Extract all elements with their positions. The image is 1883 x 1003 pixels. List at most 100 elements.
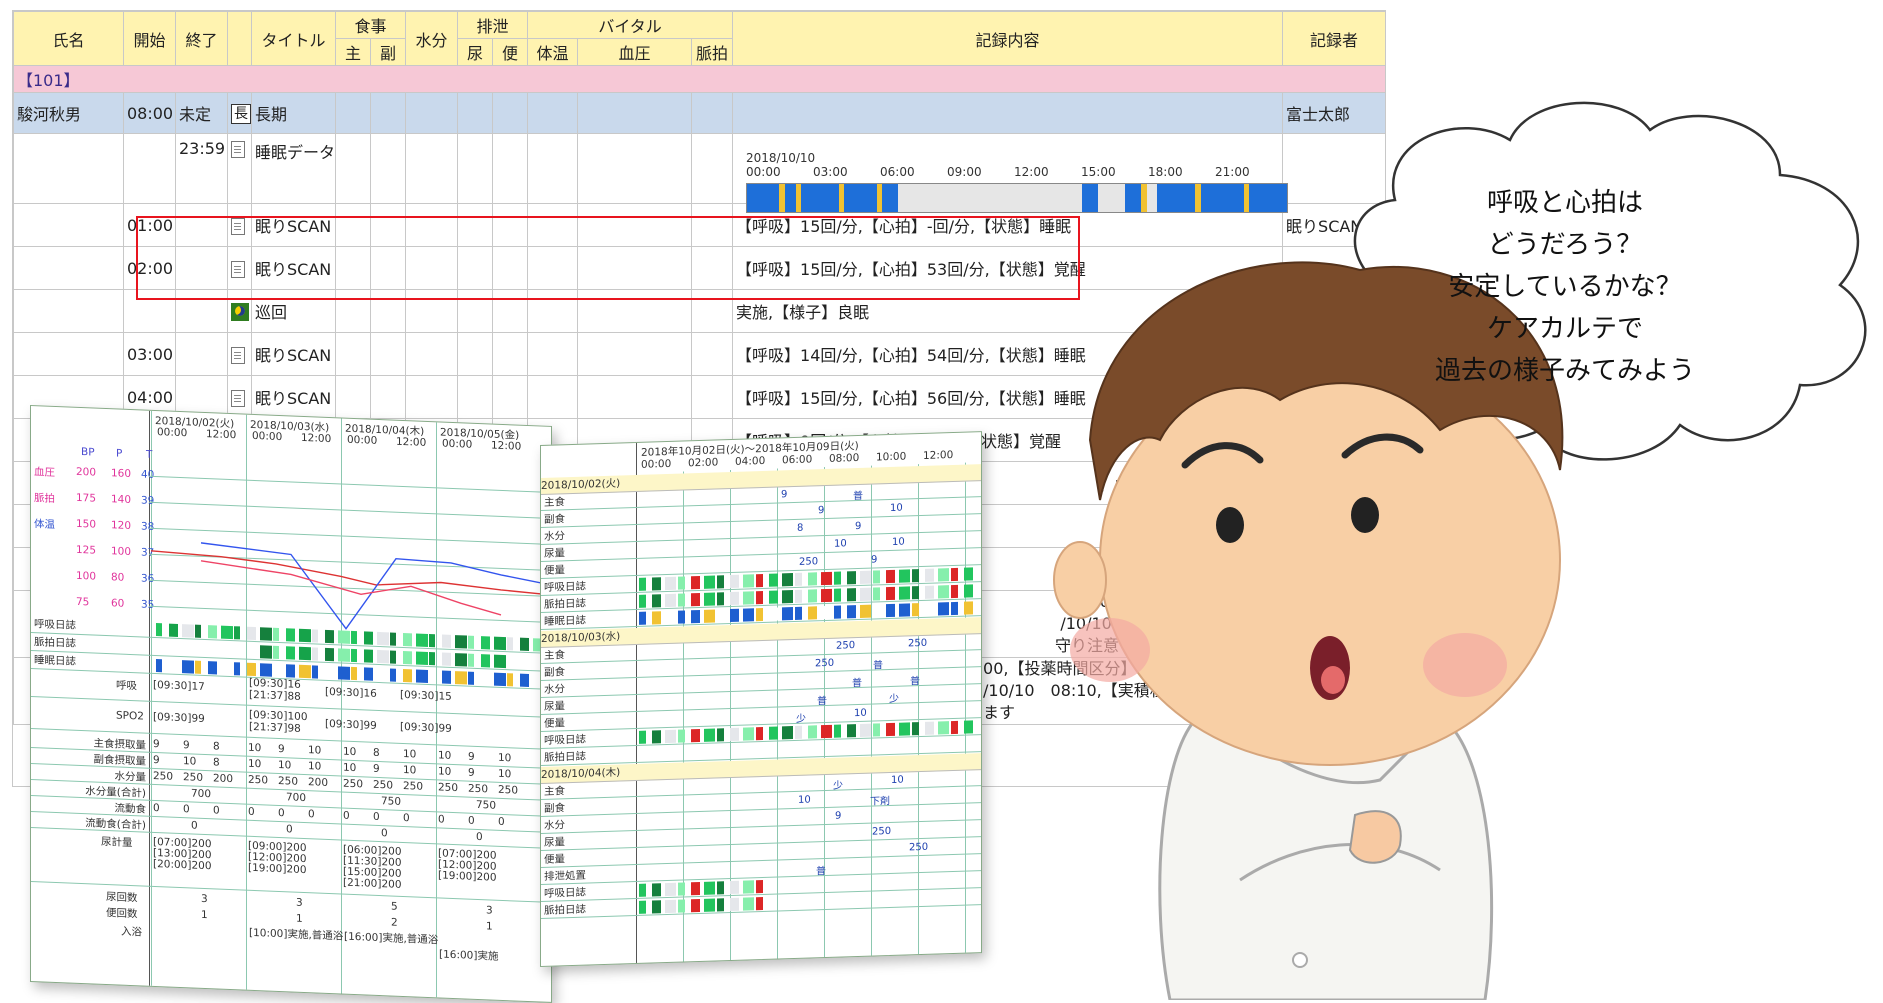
- header-record[interactable]: 記録内容: [732, 11, 1284, 66]
- report-value: 700: [286, 791, 307, 805]
- timeline-mark: 10: [854, 707, 867, 720]
- timeline-bar-segment: [730, 608, 739, 623]
- timeline-bar-segment: [756, 590, 763, 605]
- header-meal-main[interactable]: 主: [335, 38, 371, 66]
- diary-bar-segment: [195, 660, 201, 674]
- timeline-bar-segment: [795, 589, 802, 603]
- header-start[interactable]: 開始: [123, 11, 176, 66]
- grid-line: [541, 819, 981, 834]
- timeline-bar-segment: [756, 726, 763, 741]
- column-divider: [871, 465, 872, 956]
- diary-bar-segment: [494, 636, 506, 651]
- header-title[interactable]: タイトル: [251, 11, 336, 66]
- sleep-chart-hour-label: 03:00: [813, 165, 848, 179]
- report-value: 250: [153, 769, 174, 783]
- timeline-mark: 250: [909, 841, 929, 854]
- header-meal-side[interactable]: 副: [369, 38, 407, 66]
- timeline-bar-segment: [899, 586, 910, 600]
- timeline-bar-segment: [847, 605, 856, 619]
- sleep-timeline-chart[interactable]: 2018/10/10 00:00 03:00 06:00 09:00 12:00 15:0…: [746, 151, 1288, 213]
- timeline-row-label: 尿量: [544, 547, 565, 560]
- diary-bar-segment: [286, 628, 295, 642]
- timeline-bar-segment: [691, 575, 700, 590]
- report-value: 0: [286, 823, 293, 836]
- timeline-bar-segment: [834, 588, 841, 602]
- resp-value: [09:30]17: [153, 678, 205, 694]
- patient-row[interactable]: 駿河秋男 08:00 未定 長 長期 富士太郎: [13, 92, 1385, 134]
- timeline-bar-segment: [769, 607, 778, 621]
- timeline-mark: 少: [796, 713, 806, 725]
- timeline-bar-segment: [691, 898, 700, 913]
- header-bp[interactable]: 血圧: [577, 38, 693, 66]
- timeline-bar-segment: [717, 575, 724, 589]
- timeline-bar-segment: [951, 720, 958, 735]
- report-time: 08:00: [829, 451, 860, 465]
- timeline-bar-segment: [795, 572, 802, 586]
- header-stool[interactable]: 便: [492, 38, 529, 66]
- room-row[interactable]: 【101】: [13, 65, 1385, 93]
- timeline-bar-segment: [821, 605, 832, 620]
- diary-bar-segment: [507, 637, 513, 651]
- timeline-bar-segment: [769, 726, 778, 740]
- report-value: 0: [498, 815, 505, 829]
- timeline-bar-segment: [873, 587, 880, 601]
- timeline-mark: 9: [835, 810, 842, 822]
- timeline-bar-segment: [652, 594, 661, 608]
- report-time: 06:00: [782, 453, 813, 467]
- report-value: 200: [213, 772, 234, 786]
- diary-bar-segment: [377, 667, 389, 682]
- diary-bar-segment: [312, 647, 318, 661]
- timeline-mark: 250: [815, 657, 835, 670]
- report-time: 12:00: [923, 449, 954, 462]
- timeline-bar-segment: [678, 610, 685, 624]
- diary-bar-segment: [455, 671, 467, 685]
- report-value: 10: [498, 751, 512, 765]
- diary-bar-segment: [325, 629, 334, 644]
- patient-end: 未定: [175, 92, 228, 134]
- report-value: 8: [213, 740, 220, 753]
- diary-bar-segment: [364, 649, 373, 663]
- urine-value: [19:00]200: [438, 869, 497, 884]
- sleep-segment: [1200, 184, 1244, 212]
- urine-count-value: 5: [391, 900, 398, 913]
- header-name[interactable]: 氏名: [13, 11, 124, 66]
- header-recorder[interactable]: 記録者: [1282, 11, 1385, 66]
- document-icon: [231, 346, 245, 364]
- timeline-bar-segment: [821, 724, 832, 739]
- diary-bar-segment: [403, 668, 412, 683]
- timeline-bar-segment: [951, 567, 958, 582]
- timeline-bar-segment: [704, 881, 715, 895]
- timeline-bar-segment: [704, 898, 715, 912]
- timeline-row-label: 副食: [544, 666, 565, 679]
- timeline-bar-segment: [730, 574, 739, 589]
- timeline-mark: 少: [889, 693, 899, 706]
- header-water[interactable]: 水分: [405, 11, 459, 66]
- diary-bar-segment: [169, 659, 178, 673]
- report-value: 0: [153, 801, 160, 815]
- record-row[interactable]: 03:00 眠りSCAN 【呼吸】14回/分,【心拍】54回/分,【状態】睡眠: [13, 332, 1385, 376]
- diary-bar-segment: [390, 632, 396, 646]
- spo2-value: [09:30]99: [153, 710, 205, 726]
- report-time: 04:00: [735, 454, 766, 468]
- timeline-bar-segment: [782, 590, 793, 604]
- bath-label: 入浴: [121, 925, 142, 939]
- date-group-header: 2018/10/02(火): [541, 464, 981, 495]
- timeline-bar-segment: [665, 729, 676, 744]
- sleep-chart-hour-label: 12:00: [1014, 165, 1049, 179]
- stool-count-value: 1: [201, 908, 208, 922]
- sleep-chart-hour-label: 00:00: [746, 165, 781, 179]
- thought-bubble-text: 呼吸と心拍は どうだろう？ 安定しているかな？ ケアカルテで 過去の様子みてみよ…: [1434, 188, 1695, 386]
- timeline-mark: 250: [836, 640, 856, 652]
- diary-bar-segment: [338, 648, 350, 662]
- column-divider: [636, 442, 637, 963]
- report-time: 02:00: [688, 456, 719, 470]
- header-temp[interactable]: 体温: [527, 38, 579, 66]
- header-urine[interactable]: 尿: [457, 38, 494, 66]
- patient-recorder: 富士太郎: [1282, 92, 1385, 134]
- vitals-report-screenshot: 2018/10/02(火) 2018/10/03(水) 2018/10/04(木) 2…: [30, 405, 552, 1003]
- timeline-bar-segment: [717, 592, 724, 606]
- header-end[interactable]: 終了: [175, 11, 228, 66]
- header-pulse[interactable]: 脈拍: [691, 38, 734, 66]
- resp-value: [09:30]16: [325, 685, 377, 700]
- timeline-mark: 普: [910, 676, 920, 688]
